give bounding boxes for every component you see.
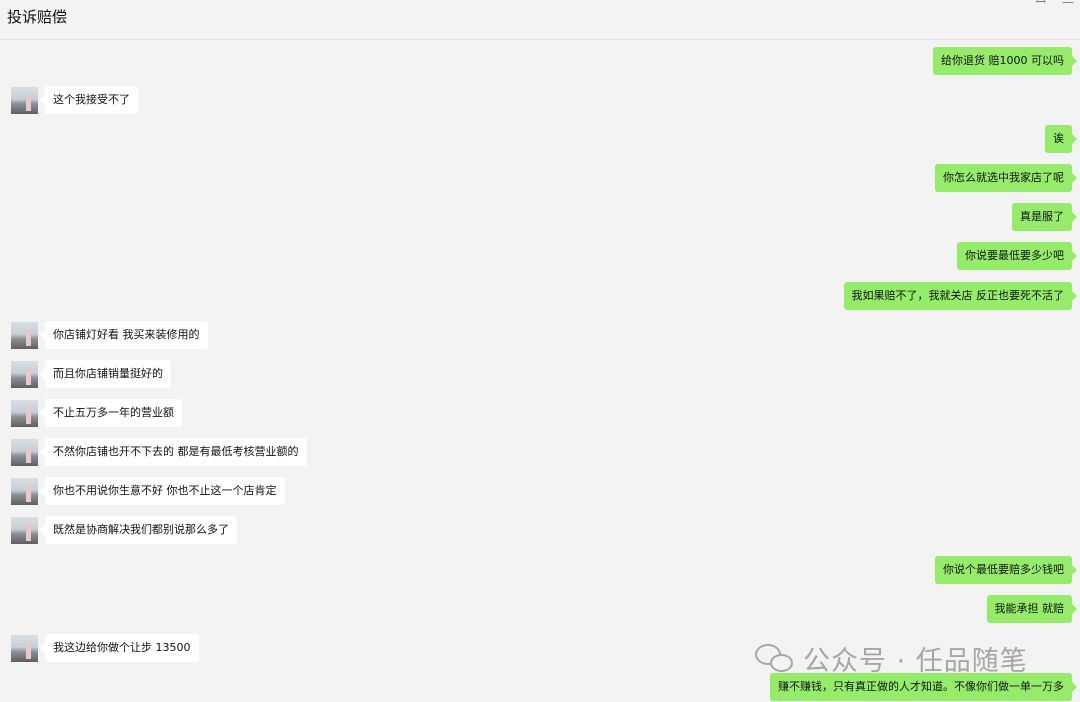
message-outgoing: 你说要最低要多少吧 — [957, 242, 1077, 270]
avatar[interactable] — [11, 399, 38, 427]
message-bubble[interactable]: 这个我接受不了 — [40, 86, 138, 114]
message-bubble[interactable]: 你店铺灯好看 我买来装修用的 — [40, 321, 208, 349]
chat-header: 投诉赔偿 ꟷ — — [0, 0, 1080, 40]
message-bubble[interactable]: 我如果赔不了，我就关店 反正也要死不活了 — [843, 282, 1077, 310]
message-outgoing: 诶 — [1045, 125, 1077, 153]
message-incoming: 你也不用说你生意不好 你也不止这一个店肯定 — [11, 477, 285, 505]
message-bubble[interactable]: 不然你店铺也开不下去的 都是有最低考核营业额的 — [40, 438, 307, 466]
message-incoming: 既然是协商解决我们都别说那么多了 — [11, 516, 237, 544]
message-bubble[interactable]: 而且你店铺销量挺好的 — [40, 360, 171, 388]
message-incoming: 不然你店铺也开不下去的 都是有最低考核营业额的 — [11, 438, 307, 466]
message-outgoing: 我能承担 就赔 — [986, 595, 1077, 623]
wechat-icon — [755, 642, 795, 674]
avatar[interactable] — [11, 438, 38, 466]
message-outgoing: 我如果赔不了，我就关店 反正也要死不活了 — [843, 282, 1077, 310]
pin-icon[interactable]: ꟷ — [1036, 0, 1046, 8]
avatar[interactable] — [11, 86, 38, 114]
message-bubble[interactable]: 你也不用说你生意不好 你也不止这一个店肯定 — [40, 477, 285, 505]
message-bubble[interactable]: 你怎么就选中我家店了呢 — [935, 164, 1077, 192]
avatar[interactable] — [11, 634, 38, 662]
message-incoming: 这个我接受不了 — [11, 86, 138, 114]
avatar[interactable] — [11, 516, 38, 544]
message-incoming: 我这边给你做个让步 13500 — [11, 634, 199, 662]
avatar[interactable] — [11, 321, 38, 349]
message-incoming: 不止五万多一年的营业额 — [11, 399, 182, 427]
message-bubble[interactable]: 不止五万多一年的营业额 — [40, 399, 182, 427]
message-bubble[interactable]: 你说要最低要多少吧 — [957, 242, 1077, 270]
chat-title: 投诉赔偿 — [7, 8, 68, 26]
message-bubble[interactable]: 你说个最低要赔多少钱吧 — [935, 556, 1077, 584]
message-bubble[interactable]: 诶 — [1045, 125, 1077, 153]
minimize-icon[interactable]: — — [1062, 0, 1074, 8]
message-outgoing: 真是服了 — [1012, 203, 1077, 231]
message-bubble[interactable]: 给你退货 赔1000 可以吗 — [933, 47, 1077, 75]
message-incoming: 而且你店铺销量挺好的 — [11, 360, 171, 388]
message-bubble[interactable]: 我能承担 就赔 — [986, 595, 1077, 623]
message-bubble[interactable]: 我这边给你做个让步 13500 — [40, 634, 199, 662]
message-bubble[interactable]: 真是服了 — [1012, 203, 1077, 231]
message-outgoing: 你说个最低要赔多少钱吧 — [935, 556, 1077, 584]
watermark-text: 公众号 · 任品随笔 — [803, 645, 1028, 677]
message-outgoing: 给你退货 赔1000 可以吗 — [933, 47, 1077, 75]
message-outgoing: 你怎么就选中我家店了呢 — [935, 164, 1077, 192]
avatar[interactable] — [11, 360, 38, 388]
message-bubble[interactable]: 既然是协商解决我们都别说那么多了 — [40, 516, 237, 544]
watermark: 公众号 · 任品随笔 — [755, 640, 1028, 677]
avatar[interactable] — [11, 477, 38, 505]
message-incoming: 你店铺灯好看 我买来装修用的 — [11, 321, 208, 349]
